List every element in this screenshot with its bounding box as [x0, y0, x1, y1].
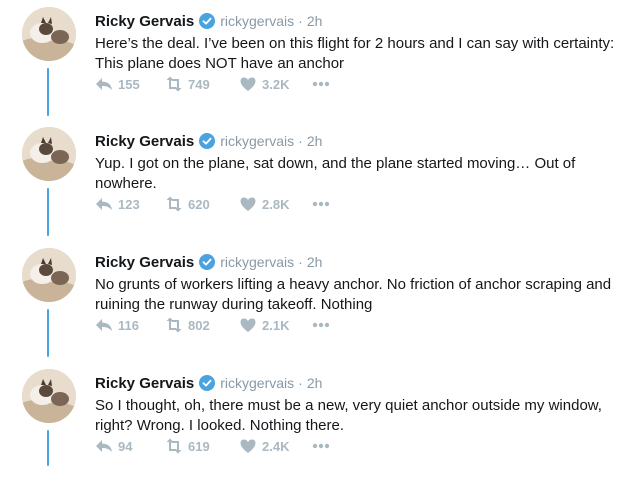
timestamp[interactable]: 2h [307, 254, 323, 270]
reply-count: 116 [118, 317, 139, 333]
tweet-header: Ricky Gervais rickygervais · 2h [95, 253, 322, 271]
reply-count: 155 [118, 76, 140, 92]
verified-badge-icon [199, 13, 216, 29]
author-name[interactable]: Ricky Gervais [95, 375, 194, 392]
avatar[interactable] [22, 248, 76, 302]
author-name[interactable]: Ricky Gervais [95, 133, 194, 150]
tweet-header: Ricky Gervais rickygervais · 2h [95, 374, 322, 392]
like-button[interactable]: 3.2K [239, 76, 311, 92]
tweet-text-line: Yup. I got on the plane, sat down, and t… [95, 155, 576, 172]
verified-badge-icon [199, 375, 216, 391]
tweet-header: Ricky Gervais rickygervais · 2h [95, 132, 322, 150]
heart-icon [239, 196, 257, 212]
timestamp[interactable]: 2h [307, 375, 323, 391]
reply-button[interactable]: 123 [95, 196, 165, 212]
more-button[interactable] [311, 438, 341, 454]
retweet-count: 802 [188, 317, 210, 333]
author-name[interactable]: Ricky Gervais [95, 13, 194, 30]
retweet-count: 749 [188, 76, 210, 92]
retweet-button[interactable]: 802 [165, 317, 239, 333]
retweet-button[interactable]: 619 [165, 438, 239, 454]
tweet-actions: 155 749 3.2K [95, 76, 341, 92]
like-button[interactable]: 2.8K [239, 196, 311, 212]
retweet-icon [165, 196, 183, 212]
verified-badge-icon [199, 254, 216, 270]
verified-badge-icon [199, 133, 216, 149]
tweet-text-line: Here’s the deal. I’ve been on this fligh… [95, 35, 615, 52]
like-count: 2.8K [262, 196, 290, 212]
reply-icon [95, 76, 113, 92]
avatar[interactable] [22, 127, 76, 181]
avatar[interactable] [22, 7, 76, 61]
tweet-text-line: right? Wrong. I looked. Nothing there. [95, 417, 345, 434]
like-count: 2.1K [262, 317, 290, 333]
author-handle[interactable]: rickygervais [220, 375, 294, 391]
reply-icon [95, 317, 113, 333]
retweet-count: 619 [188, 438, 210, 454]
reply-icon [95, 438, 113, 454]
thread-line [47, 430, 49, 466]
more-button[interactable] [311, 317, 341, 333]
tweet-header: Ricky Gervais rickygervais · 2h [95, 12, 322, 30]
reply-button[interactable]: 94 [95, 438, 165, 454]
tweet-text: So I thought, oh, there must be a new, v… [95, 396, 602, 436]
tweet-text-line: This plane does NOT have an anchor [95, 55, 345, 72]
heart-icon [239, 76, 257, 92]
tweet-text: No grunts of workers lifting a heavy anc… [95, 275, 612, 315]
tweet[interactable]: Ricky Gervais rickygervais · 2h Here’s t… [0, 0, 636, 120]
tweet-text-line: So I thought, oh, there must be a new, v… [95, 397, 602, 414]
author-handle[interactable]: rickygervais [220, 254, 294, 270]
more-dots-icon [311, 317, 331, 333]
thread-line [47, 309, 49, 357]
tweet-text: Here’s the deal. I’ve been on this fligh… [95, 34, 615, 74]
heart-icon [239, 317, 257, 333]
author-handle[interactable]: rickygervais [220, 13, 294, 29]
reply-button[interactable]: 155 [95, 76, 165, 92]
avatar[interactable] [22, 369, 76, 423]
tweet-text-line: No grunts of workers lifting a heavy anc… [95, 276, 612, 293]
tweet-actions: 123 620 2.8K [95, 196, 341, 212]
reply-count: 123 [118, 196, 140, 212]
more-dots-icon [311, 196, 331, 212]
separator-dot: · [298, 133, 303, 149]
tweet-actions: 116 802 2.1K [95, 317, 341, 333]
tweet-text-line: ruining the runway during takeoff. Nothi… [95, 296, 373, 313]
like-count: 2.4K [262, 438, 290, 454]
thread-line [47, 68, 49, 116]
reply-count: 94 [118, 438, 133, 454]
more-dots-icon [311, 76, 331, 92]
timestamp[interactable]: 2h [307, 133, 323, 149]
more-dots-icon [311, 438, 331, 454]
tweet-actions: 94 619 2.4K [95, 438, 341, 454]
like-count: 3.2K [262, 76, 290, 92]
author-name[interactable]: Ricky Gervais [95, 254, 194, 271]
like-button[interactable]: 2.4K [239, 438, 311, 454]
reply-button[interactable]: 116 [95, 317, 165, 333]
more-button[interactable] [311, 196, 341, 212]
retweet-icon [165, 317, 183, 333]
heart-icon [239, 438, 257, 454]
separator-dot: · [298, 13, 303, 29]
timestamp[interactable]: 2h [307, 13, 323, 29]
thread-line [47, 188, 49, 236]
separator-dot: · [298, 375, 303, 391]
more-button[interactable] [311, 76, 341, 92]
retweet-button[interactable]: 620 [165, 196, 239, 212]
tweet[interactable]: Ricky Gervais rickygervais · 2h So I tho… [0, 362, 636, 482]
retweet-icon [165, 438, 183, 454]
tweet[interactable]: Ricky Gervais rickygervais · 2h Yup. I g… [0, 120, 636, 240]
like-button[interactable]: 2.1K [239, 317, 311, 333]
author-handle[interactable]: rickygervais [220, 133, 294, 149]
retweet-icon [165, 76, 183, 92]
tweet-text-line: nowhere. [95, 175, 157, 192]
reply-icon [95, 196, 113, 212]
separator-dot: · [298, 254, 303, 270]
retweet-count: 620 [188, 196, 210, 212]
retweet-button[interactable]: 749 [165, 76, 239, 92]
tweet[interactable]: Ricky Gervais rickygervais · 2h No grunt… [0, 241, 636, 361]
tweet-text: Yup. I got on the plane, sat down, and t… [95, 154, 595, 194]
